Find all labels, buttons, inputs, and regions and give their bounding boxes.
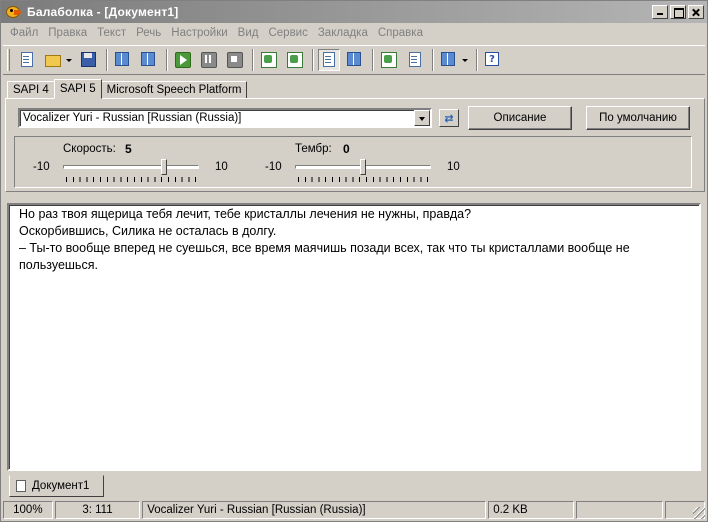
menu-file[interactable]: Файл (5, 27, 43, 39)
convert-icon (381, 52, 397, 68)
status-size: 0.2 KB (488, 501, 574, 519)
pitch-max-label: 10 (447, 161, 460, 173)
app-window: Балаболка - [Документ1] Файл Правка Текс… (0, 0, 708, 522)
help-button[interactable]: ? (482, 49, 504, 71)
voice-parameters-box: Скорость: 5 -10 10 Тембр: 0 -10 10 (14, 136, 692, 188)
minimize-button[interactable] (652, 5, 668, 19)
menu-text[interactable]: Текст (92, 27, 131, 39)
document-tab-label: Документ1 (32, 480, 90, 492)
document-icon (16, 480, 26, 492)
tab-sapi4[interactable]: SAPI 4 (7, 81, 55, 99)
text-options-button[interactable] (318, 49, 340, 71)
document-tab[interactable]: Документ1 (9, 475, 104, 497)
split-view-icon (347, 52, 361, 66)
read-aloud-button[interactable] (112, 49, 134, 71)
speak-selection-button[interactable] (258, 49, 280, 71)
speed-min-label: -10 (33, 161, 50, 173)
editor-line: – Ты-то вообще вперед не суешься, все вр… (19, 241, 634, 272)
open-dropdown-arrow[interactable] (66, 58, 72, 62)
pitch-slider-thumb[interactable] (360, 159, 366, 175)
menu-view[interactable]: Вид (233, 27, 264, 39)
batch-icon (441, 52, 455, 66)
stop-button[interactable] (224, 49, 246, 71)
save-button[interactable] (78, 49, 100, 71)
speed-value: 5 (125, 142, 132, 156)
tab-sapi5[interactable]: SAPI 5 (53, 79, 102, 99)
voice-select-value: Vocalizer Yuri - Russian [Russian (Russi… (23, 112, 242, 124)
pitch-label: Тембр: (295, 143, 332, 155)
pitch-ticks (298, 177, 430, 182)
batch-button[interactable] (438, 49, 460, 71)
main-toolbar: ? (3, 45, 705, 75)
swap-voice-button[interactable]: ⇄ (439, 109, 459, 127)
status-zoom: 100% (3, 501, 53, 519)
menu-help[interactable]: Справка (373, 27, 428, 39)
export-button[interactable] (404, 49, 426, 71)
play-button[interactable] (172, 49, 194, 71)
stop-icon (227, 52, 243, 68)
status-bar: 100% 3: 111 Vocalizer Yuri - Russian [Ru… (3, 501, 707, 521)
save-icon (81, 52, 96, 67)
resize-grip[interactable] (693, 507, 705, 519)
default-button[interactable]: По умолчанию (586, 106, 690, 130)
read-clipboard-button[interactable] (138, 49, 160, 71)
new-document-icon (21, 52, 33, 67)
speak-file-icon (287, 52, 303, 68)
text-options-icon (323, 52, 335, 67)
close-button[interactable] (688, 5, 704, 19)
speed-slider[interactable] (63, 159, 199, 175)
batch-dropdown-arrow[interactable] (462, 58, 468, 62)
menu-tools[interactable]: Сервис (263, 27, 312, 39)
menu-bar: Файл Правка Текст Речь Настройки Вид Сер… (1, 23, 707, 43)
engine-tabs: SAPI 4 SAPI 5 Microsoft Speech Platform (7, 79, 248, 99)
read-clipboard-icon (141, 52, 155, 66)
pause-button[interactable] (198, 49, 220, 71)
speed-ticks (66, 177, 198, 182)
speed-max-label: 10 (215, 161, 228, 173)
editor-line: Оскорбившись, Силика не осталась в долгу… (19, 224, 277, 238)
swap-arrows-icon: ⇄ (444, 112, 454, 125)
speed-slider-thumb[interactable] (161, 159, 167, 175)
title-bar[interactable]: Балаболка - [Документ1] (1, 1, 707, 23)
status-voice: Vocalizer Yuri - Russian [Russian (Russi… (142, 501, 487, 519)
menu-bookmark[interactable]: Закладка (313, 27, 373, 39)
describe-button[interactable]: Описание (468, 106, 572, 130)
menu-speech[interactable]: Речь (131, 27, 166, 39)
open-button[interactable] (42, 49, 64, 71)
speak-file-button[interactable] (284, 49, 306, 71)
maximize-button[interactable] (670, 5, 686, 19)
voice-select[interactable]: Vocalizer Yuri - Russian [Russian (Russi… (18, 108, 432, 128)
menu-settings[interactable]: Настройки (166, 27, 232, 39)
speed-label: Скорость: (63, 143, 116, 155)
menu-edit[interactable]: Правка (43, 27, 92, 39)
toolbar-grip[interactable] (7, 49, 10, 71)
text-editor[interactable]: Но раз твоя ящерица тебя лечит, тебе кри… (7, 203, 701, 471)
speak-selection-icon (261, 52, 277, 68)
help-icon: ? (485, 52, 499, 66)
status-empty-1 (575, 501, 664, 519)
pitch-value: 0 (343, 142, 350, 156)
play-icon (175, 52, 191, 68)
convert-button[interactable] (378, 49, 400, 71)
pitch-min-label: -10 (265, 161, 282, 173)
editor-line: Но раз твоя ящерица тебя лечит, тебе кри… (19, 207, 472, 221)
balabolka-app-icon[interactable] (5, 4, 21, 20)
new-document-button[interactable] (16, 49, 38, 71)
pitch-slider[interactable] (295, 159, 431, 175)
pause-icon (201, 52, 217, 68)
tab-speech-platform[interactable]: Microsoft Speech Platform (100, 81, 248, 99)
window-title: Балаболка - [Документ1] (27, 5, 179, 19)
read-aloud-icon (115, 52, 129, 66)
open-folder-icon (45, 55, 61, 67)
export-icon (409, 52, 421, 67)
split-view-button[interactable] (344, 49, 366, 71)
status-position: 3: 111 (54, 501, 141, 519)
voice-dropdown-button[interactable] (414, 110, 430, 126)
engine-tab-panel: Vocalizer Yuri - Russian [Russian (Russi… (5, 98, 705, 192)
